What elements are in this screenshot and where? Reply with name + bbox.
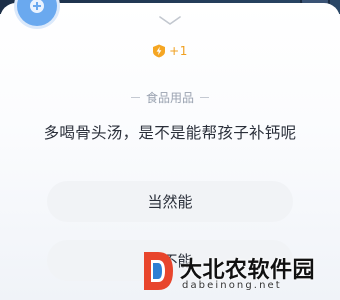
reward-amount: +1	[169, 44, 188, 58]
divider	[130, 97, 140, 98]
watermark-subtitle: dabeinong.net	[182, 280, 282, 291]
question-category: 食品用品	[0, 89, 340, 106]
category-label: 食品用品	[145, 91, 194, 105]
reward-indicator: +1	[0, 44, 340, 58]
divider	[200, 97, 209, 98]
answer-option-label: 当然能	[147, 193, 193, 211]
lightning-badge-icon	[153, 44, 166, 58]
question-text: 多喝骨头汤，是不是能帮孩子补钙呢	[43, 124, 297, 142]
watermark: 大北农软件园 dabeinong.net	[140, 246, 336, 298]
answer-option-1[interactable]: 当然能	[47, 181, 293, 222]
site-logo-icon	[144, 252, 173, 290]
add-icon	[30, 0, 44, 13]
chevron-down-icon[interactable]	[158, 16, 182, 26]
